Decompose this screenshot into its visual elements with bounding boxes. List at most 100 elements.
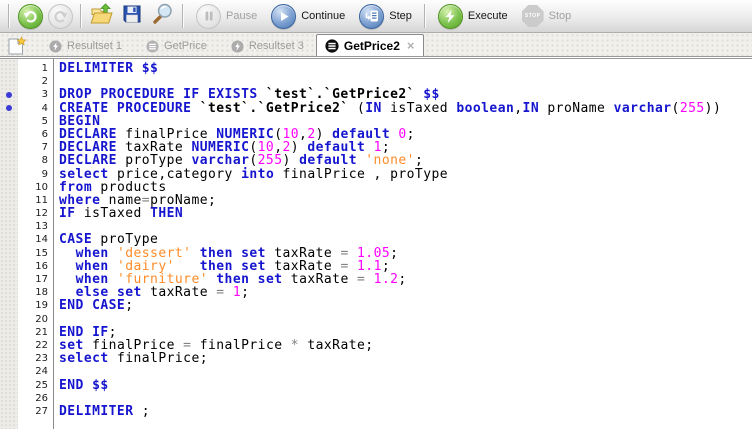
breakpoint-cell[interactable] <box>0 194 18 207</box>
line-number: 4 <box>41 102 48 114</box>
line-number: 22 <box>35 339 48 351</box>
line-number: 17 <box>35 274 48 285</box>
tab-getprice2-active[interactable]: GetPrice2 × <box>315 34 424 56</box>
breakpoint-cell[interactable] <box>0 313 18 326</box>
breakpoint-cell[interactable] <box>0 128 18 141</box>
tab-bar: Resultset 1 GetPrice Resultset 3 GetPric… <box>0 33 752 56</box>
redo-button <box>45 2 75 30</box>
code-line[interactable]: 23 select finalPrice; <box>0 352 752 365</box>
breakpoint-cell[interactable] <box>0 273 18 286</box>
breakpoint-cell[interactable] <box>0 102 18 115</box>
breakpoint-cell[interactable] <box>0 233 18 246</box>
code-line[interactable]: 19 END CASE; <box>0 299 752 312</box>
breakpoint-cell[interactable] <box>0 379 18 392</box>
code-text: IF isTaxed THEN <box>59 206 184 222</box>
line-number: 27 <box>35 405 48 417</box>
tab-label: Resultset 3 <box>248 40 304 52</box>
breakpoint-cell[interactable] <box>0 168 18 181</box>
breakpoint-cell[interactable] <box>0 115 18 128</box>
code-line[interactable]: 1 DELIMITER $$ <box>0 62 752 75</box>
breakpoint-cell[interactable] <box>0 260 18 273</box>
breakpoint-cell[interactable] <box>0 339 18 352</box>
breakpoint-cell[interactable] <box>0 220 18 233</box>
code-lines: 1 DELIMITER $$ 2 3 DROP PROCEDURE IF EXISTS … <box>0 62 752 418</box>
pause-button: Pause <box>189 2 264 30</box>
code-line[interactable]: 4 CREATE PROCEDURE `test`.`GetPrice2` (IN… <box>0 101 752 115</box>
breakpoint-cell[interactable] <box>0 207 18 220</box>
breakpoint-cell[interactable] <box>0 405 18 418</box>
breakpoint-cell[interactable] <box>0 247 18 260</box>
line-number: 23 <box>35 353 48 365</box>
breakpoint-cell[interactable] <box>0 181 18 194</box>
line-number: 3 <box>41 89 48 101</box>
step-button[interactable]: Step <box>352 2 419 30</box>
line-number: 8 <box>41 155 48 167</box>
continue-label: Continue <box>301 10 346 22</box>
execute-label: Execute <box>467 10 508 22</box>
line-number: 6 <box>41 128 48 140</box>
step-label: Step <box>389 10 412 22</box>
code-text: select finalPrice; <box>59 351 208 367</box>
step-into-icon <box>359 3 385 29</box>
stop-sign-icon: STOP <box>521 5 544 27</box>
tab-label: GetPrice2 <box>343 38 400 53</box>
toolbar-separator <box>8 4 10 28</box>
code-line[interactable]: 12 IF isTaxed THEN <box>0 207 752 220</box>
breakpoint-cell[interactable] <box>0 352 18 365</box>
code-text: DELIMITER ; <box>59 403 151 419</box>
toolbar-separator <box>80 4 82 28</box>
close-tab-icon[interactable]: × <box>407 39 415 52</box>
breakpoint-cell[interactable] <box>0 75 18 88</box>
line-number: 14 <box>35 234 48 246</box>
undo-arrow-icon <box>17 3 43 29</box>
tab-getprice[interactable]: GetPrice <box>134 36 219 56</box>
undo-button[interactable] <box>15 2 45 30</box>
line-number: 21 <box>35 326 48 338</box>
procedure-icon <box>146 39 159 53</box>
toolbar: Pause Continue Step Execute STOP Stop <box>0 0 752 33</box>
line-number: 12 <box>35 208 48 220</box>
save-floppy-icon <box>121 3 143 30</box>
toolbar-separator <box>182 4 184 28</box>
code-text: DELIMITER $$ <box>59 61 159 76</box>
breakpoint-cell[interactable] <box>0 299 18 312</box>
breakpoint-cell[interactable] <box>0 286 18 299</box>
tab-resultset-1[interactable]: Resultset 1 <box>37 36 134 56</box>
tab-resultset-3[interactable]: Resultset 3 <box>219 36 316 56</box>
line-number: 18 <box>35 287 48 299</box>
code-text: END CASE; <box>59 298 134 314</box>
continue-button[interactable]: Continue <box>264 2 352 30</box>
line-number: 13 <box>35 221 48 233</box>
sql-code-editor[interactable]: 1 DELIMITER $$ 2 3 DROP PROCEDURE IF EXISTS … <box>0 59 752 429</box>
breakpoint-cell[interactable] <box>0 141 18 154</box>
open-folder-icon <box>89 2 115 31</box>
line-number: 1 <box>41 63 48 74</box>
line-number: 10 <box>35 181 48 193</box>
execute-button[interactable]: Execute <box>431 2 515 30</box>
search-button[interactable] <box>147 2 177 30</box>
lightning-icon <box>437 3 463 29</box>
code-line[interactable]: 27 DELIMITER ; <box>0 405 752 418</box>
line-number: 2 <box>41 76 48 88</box>
breakpoint-cell[interactable] <box>0 365 18 378</box>
line-number: 11 <box>35 194 48 206</box>
pause-icon <box>196 3 221 29</box>
line-number: 9 <box>41 168 48 180</box>
save-button[interactable] <box>117 2 147 30</box>
pause-label: Pause <box>226 10 258 22</box>
code-line[interactable]: 24 <box>0 365 752 378</box>
breakpoint-cell[interactable] <box>0 62 18 75</box>
resultset-icon <box>231 39 244 53</box>
tab-label: GetPrice <box>164 40 207 52</box>
breakpoint-cell[interactable] <box>0 392 18 405</box>
toolbar-separator <box>423 4 426 28</box>
open-file-button[interactable] <box>87 2 117 30</box>
breakpoint-cell[interactable] <box>0 88 18 101</box>
code-line[interactable]: 25 END $$ <box>0 378 752 392</box>
line-number: 7 <box>41 142 48 154</box>
new-script-button[interactable] <box>3 36 29 56</box>
line-number: 20 <box>35 313 48 325</box>
breakpoint-cell[interactable] <box>0 326 18 339</box>
line-number: 24 <box>35 366 48 378</box>
breakpoint-cell[interactable] <box>0 154 18 167</box>
